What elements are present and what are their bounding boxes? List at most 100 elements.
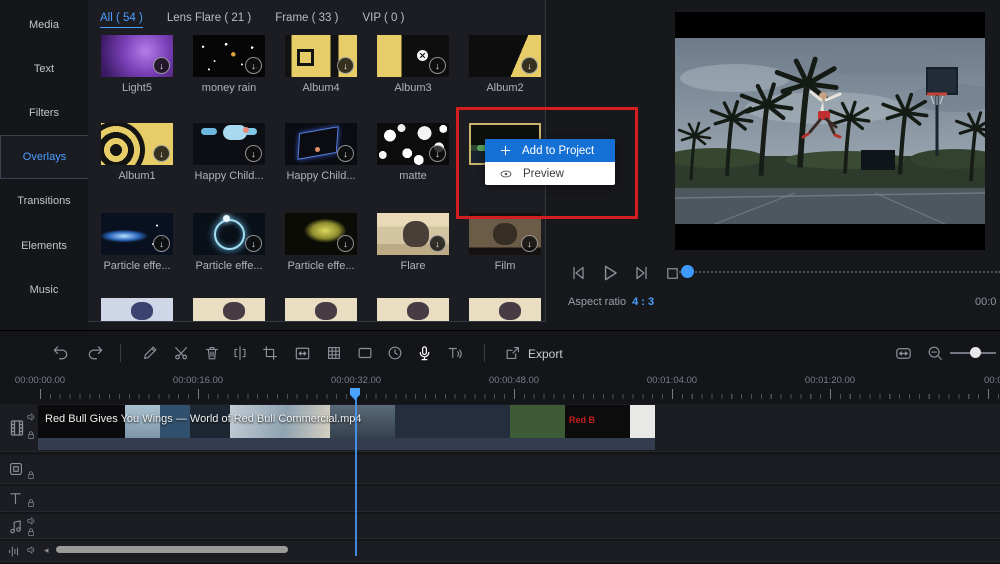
ruler-label: 00:01:04.00 — [647, 375, 697, 386]
edit-pen-button[interactable] — [137, 340, 163, 366]
duration-button[interactable] — [382, 340, 408, 366]
mosaic-button[interactable] — [321, 340, 347, 366]
music-track[interactable] — [0, 514, 1000, 539]
preview-seek-handle[interactable] — [681, 265, 694, 278]
delete-button[interactable] — [199, 340, 225, 366]
sidebar-item-filters[interactable]: Filters — [0, 91, 88, 135]
sidebar-item-label: Transitions — [17, 195, 70, 207]
scrollbar-left-arrow[interactable]: ◂ — [44, 545, 49, 556]
library-item: ↓money rain — [183, 35, 275, 94]
sidebar-item-overlays[interactable]: Overlays — [0, 135, 88, 179]
fit-timeline-button[interactable] — [890, 340, 916, 366]
overlay-thumbnail[interactable] — [377, 298, 449, 322]
download-icon[interactable]: ↓ — [337, 235, 354, 252]
ruler-label: 00:00:32.00 — [331, 375, 381, 386]
crop-button[interactable] — [257, 340, 283, 366]
previous-frame-button[interactable] — [568, 262, 590, 284]
clip-audio-strip[interactable] — [38, 438, 655, 450]
overlay-thumbnail[interactable]: ↓ — [285, 123, 357, 165]
lock-track-icon[interactable] — [26, 498, 36, 508]
sidebar-item-label: Elements — [21, 240, 67, 252]
tab-vip[interactable]: VIP ( 0 ) — [362, 12, 404, 28]
overlay-thumbnail[interactable] — [469, 298, 541, 322]
text-to-speech-button[interactable] — [442, 340, 468, 366]
overlay-thumbnail[interactable]: ↓ — [285, 213, 357, 255]
context-menu-add-to-project[interactable]: Add to Project — [485, 139, 615, 162]
overlay-thumbnail[interactable]: ↓ — [377, 123, 449, 165]
play-button[interactable] — [599, 262, 621, 284]
tab-lens-flare[interactable]: Lens Flare ( 21 ) — [167, 12, 251, 28]
tab-frame[interactable]: Frame ( 33 ) — [275, 12, 338, 28]
download-icon[interactable]: ↓ — [153, 235, 170, 252]
lock-track-icon[interactable] — [26, 527, 36, 537]
export-icon[interactable] — [500, 340, 526, 366]
export-button[interactable]: Export — [528, 347, 563, 361]
download-icon[interactable]: ↓ — [245, 235, 262, 252]
overlay-thumbnail[interactable] — [193, 298, 265, 322]
overlay-thumbnail[interactable] — [101, 298, 173, 322]
lock-track-icon[interactable] — [26, 470, 36, 480]
cut-button[interactable] — [169, 340, 195, 366]
download-icon[interactable]: ↓ — [337, 145, 354, 162]
zoom-pan-button[interactable] — [289, 340, 315, 366]
download-icon[interactable]: ↓ — [153, 57, 170, 74]
mute-track-icon[interactable] — [26, 545, 36, 555]
ruler-label: 00:01:20.00 — [805, 375, 855, 386]
freeze-frame-button[interactable] — [352, 340, 378, 366]
overlay-thumbnail[interactable]: ↓ — [101, 123, 173, 165]
thumbnail-label: Album1 — [91, 170, 183, 182]
overlay-thumbnail[interactable] — [285, 298, 357, 322]
overlay-thumbnail[interactable]: ↓ — [193, 123, 265, 165]
overlay-thumbnail[interactable]: ↓ — [193, 213, 265, 255]
download-icon[interactable]: ↓ — [521, 235, 538, 252]
download-icon[interactable]: ↓ — [521, 57, 538, 74]
sidebar-item-transitions[interactable]: Transitions — [0, 179, 88, 223]
ruler-label: 00:00:48.00 — [489, 375, 539, 386]
video-preview-frame[interactable] — [675, 12, 985, 250]
download-icon[interactable]: ↓ — [429, 57, 446, 74]
stop-button[interactable] — [661, 262, 683, 284]
timeline-zoom-handle[interactable] — [970, 347, 981, 358]
clip-frame: Red B — [565, 405, 630, 438]
video-track[interactable]: Red B Red Bull Gives You Wings — World o… — [0, 404, 1000, 452]
pip-track[interactable] — [0, 455, 1000, 484]
overlay-thumbnail[interactable]: ↓ — [377, 35, 449, 77]
sidebar-item-text[interactable]: Text — [0, 47, 88, 91]
aspect-ratio[interactable]: Aspect ratio4 : 3 — [568, 296, 654, 308]
thumbnail-label: Film — [459, 260, 546, 272]
download-icon[interactable]: ↓ — [153, 145, 170, 162]
sidebar-item-media[interactable]: Media — [0, 3, 88, 47]
mute-track-icon[interactable] — [26, 412, 36, 422]
tab-all[interactable]: All ( 54 ) — [100, 12, 143, 28]
mute-track-icon[interactable] — [26, 516, 36, 526]
overlay-thumbnail[interactable]: ↓ — [193, 35, 265, 77]
download-icon[interactable]: ↓ — [429, 235, 446, 252]
clip-frame — [395, 405, 510, 438]
playhead-line[interactable] — [355, 389, 357, 556]
zoom-out-button[interactable] — [922, 340, 948, 366]
timeline-ruler[interactable]: 00:00:00.00 00:00:16.00 00:00:32.00 00:0… — [0, 375, 1000, 401]
timeline-horizontal-scrollbar[interactable] — [56, 546, 288, 553]
voiceover-button[interactable] — [411, 340, 437, 366]
split-button[interactable] — [227, 340, 253, 366]
overlay-thumbnail[interactable]: ↓ — [101, 213, 173, 255]
lock-track-icon[interactable] — [26, 430, 36, 440]
download-icon[interactable]: ↓ — [337, 57, 354, 74]
overlay-thumbnail[interactable]: ↓ — [469, 35, 541, 77]
sidebar-item-elements[interactable]: Elements — [0, 224, 88, 268]
overlay-thumbnail[interactable]: ↓ — [377, 213, 449, 255]
context-menu-preview[interactable]: Preview — [485, 162, 615, 185]
sidebar-item-music[interactable]: Music — [0, 268, 88, 312]
overlay-thumbnail[interactable]: ↓ — [285, 35, 357, 77]
next-frame-button[interactable] — [630, 262, 652, 284]
download-icon[interactable]: ↓ — [245, 145, 262, 162]
redo-button[interactable] — [82, 340, 108, 366]
text-track[interactable] — [0, 486, 1000, 512]
overlays-library-panel: All ( 54 ) Lens Flare ( 21 ) Frame ( 33 … — [88, 0, 546, 322]
download-icon[interactable]: ↓ — [245, 57, 262, 74]
undo-button[interactable] — [47, 340, 73, 366]
overlay-thumbnail[interactable]: ↓ — [101, 35, 173, 77]
overlay-thumbnail[interactable]: ↓ — [469, 213, 541, 255]
preview-seekbar[interactable] — [676, 271, 1000, 273]
download-icon[interactable]: ↓ — [429, 145, 446, 162]
